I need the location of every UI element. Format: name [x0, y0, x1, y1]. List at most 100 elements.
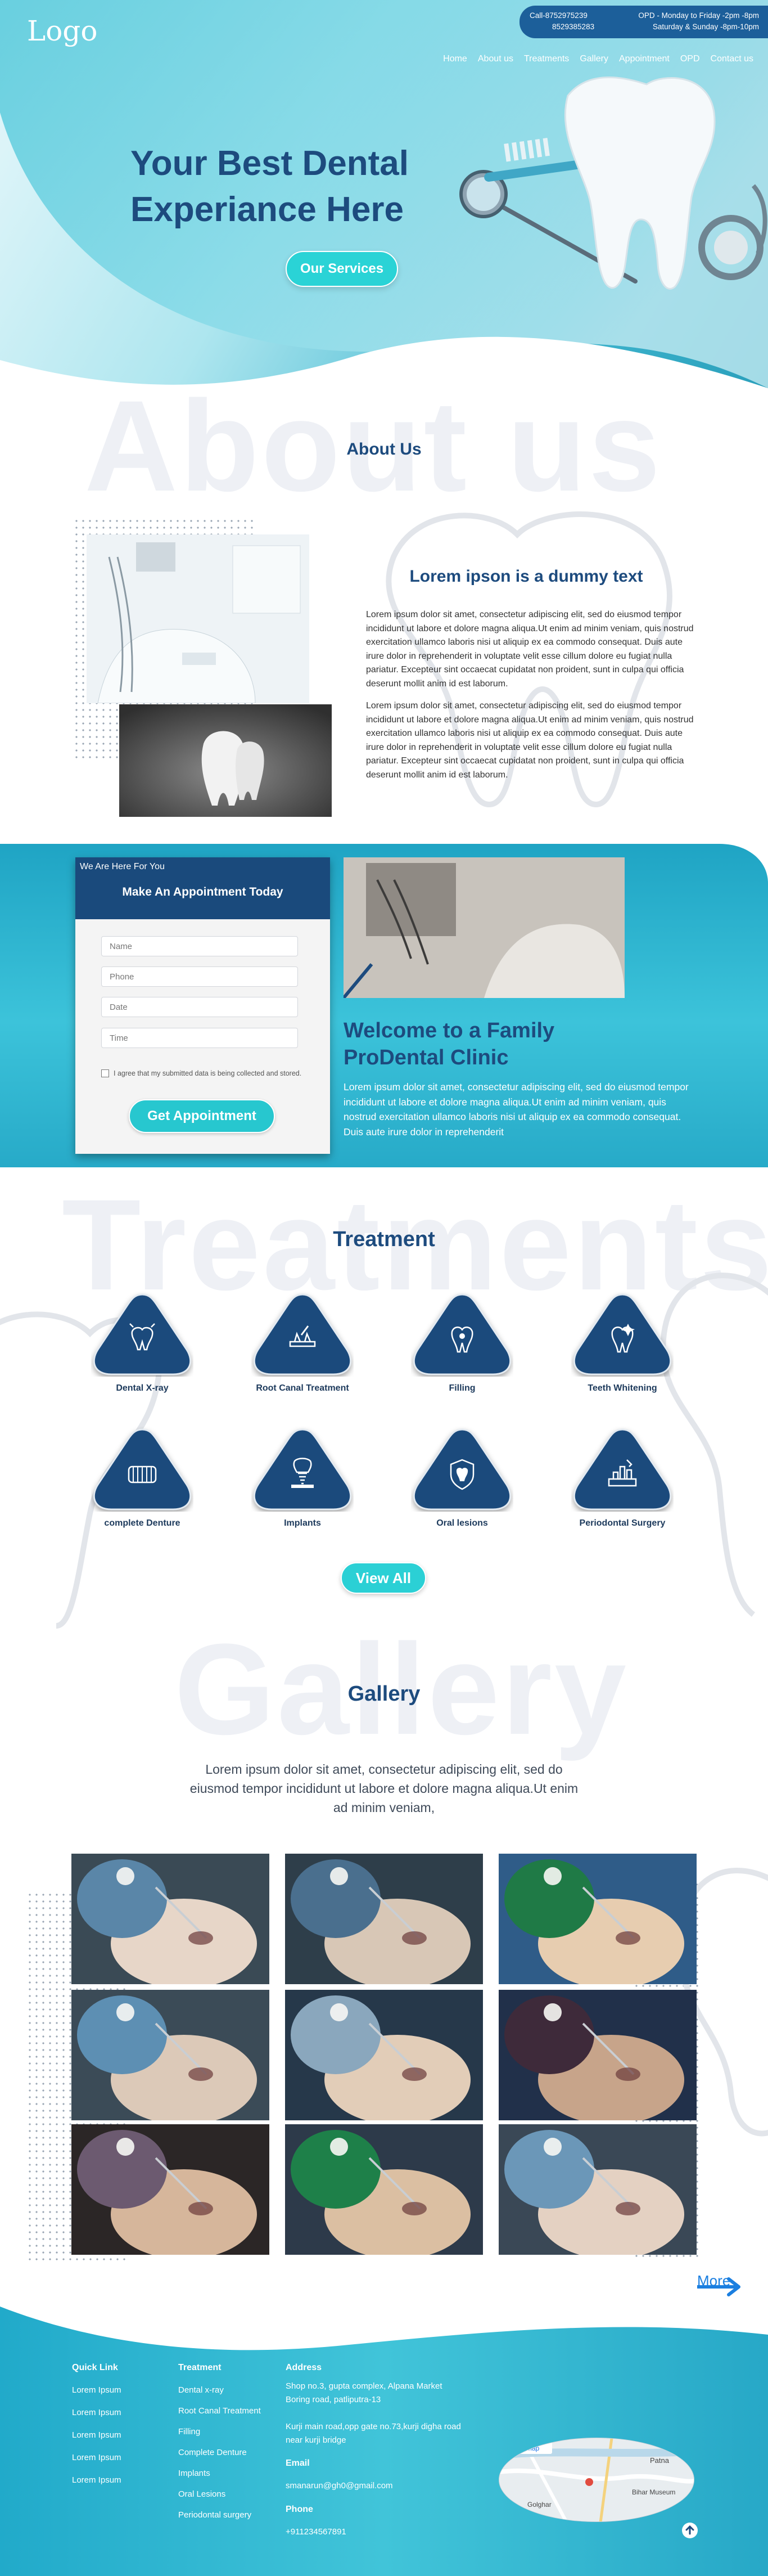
- dental-procedure-image: [499, 1854, 697, 1984]
- footer-quick-link[interactable]: Lorem Ipsum: [72, 2430, 121, 2440]
- our-services-button[interactable]: Our Services: [286, 251, 398, 287]
- whitening-tooth-icon: [573, 1293, 672, 1375]
- gallery-photo[interactable]: [285, 1990, 483, 2120]
- treatment-card[interactable]: Implants: [229, 1426, 376, 1539]
- main-nav: Home About us Treatments Gallery Appoint…: [443, 54, 753, 64]
- dental-procedure-image: [499, 1990, 697, 2120]
- footer-map[interactable]: larger map Patna Bihar Museum Golghar: [499, 2438, 694, 2522]
- treatment-card[interactable]: Teeth Whitening: [549, 1291, 695, 1404]
- footer-address-line4: near kurji bridge: [286, 2435, 346, 2445]
- treatment-card[interactable]: Periodontal Surgery: [549, 1426, 695, 1539]
- denture-icon: [93, 1428, 192, 1510]
- appointment-form-header: We Are Here For You Make An Appointment …: [75, 857, 330, 919]
- treatment-card[interactable]: Oral lesions: [389, 1426, 535, 1539]
- footer-address-heading: Address: [286, 2363, 322, 2372]
- gallery-title: Gallery: [347, 1682, 421, 1706]
- opd-hours-weekend: Saturday & Sunday -8pm-10pm: [652, 23, 759, 31]
- more-button[interactable]: More: [695, 2272, 748, 2298]
- phone-number-2[interactable]: 8529385283: [530, 21, 594, 33]
- footer-email[interactable]: smanarun@gh0@gmail.com: [286, 2481, 393, 2490]
- dental-procedure-image: [71, 2124, 269, 2255]
- footer-phone[interactable]: +911234567891: [286, 2527, 346, 2537]
- gallery-photo[interactable]: [499, 2124, 697, 2255]
- top-info-bar: Call-8752975239 8529385283 OPD - Monday …: [519, 6, 768, 38]
- treatment-card[interactable]: Filling: [389, 1291, 535, 1404]
- consent-text: I agree that my submitted data is being …: [114, 1069, 302, 1077]
- dental-chair-photo: [344, 857, 625, 998]
- dental-procedure-image: [285, 2124, 483, 2255]
- dental-procedure-image: [71, 1854, 269, 1984]
- treatment-label: Dental X-ray: [116, 1383, 169, 1393]
- phone-field[interactable]: Phone: [101, 966, 298, 987]
- footer-treatment-link[interactable]: Oral Lesions: [178, 2489, 225, 2499]
- nav-home[interactable]: Home: [443, 54, 467, 64]
- nav-treatments[interactable]: Treatments: [524, 54, 569, 64]
- treatments-title: Treatment: [333, 1228, 435, 1251]
- hero-title-line2: Experiance Here: [130, 190, 404, 229]
- gallery-photo[interactable]: [71, 2124, 269, 2255]
- footer-quick-link[interactable]: Lorem Ipsum: [72, 2408, 121, 2417]
- scroll-to-top-button[interactable]: [682, 2523, 698, 2538]
- opd-hours-weekday: OPD - Monday to Friday -2pm -8pm: [638, 11, 759, 20]
- hero-title: Your Best Dental Experiance Here: [130, 141, 479, 233]
- get-appointment-button[interactable]: Get Appointment: [129, 1099, 275, 1133]
- oral-lesion-icon: [413, 1428, 512, 1510]
- treatment-card[interactable]: Root Canal Treatment: [229, 1291, 376, 1404]
- treatment-label: Root Canal Treatment: [256, 1383, 349, 1393]
- consent-checkbox[interactable]: [101, 1069, 109, 1077]
- name-field[interactable]: Name: [101, 936, 298, 956]
- footer-address-line2: Boring road, patliputra-13: [286, 2395, 381, 2404]
- footer-address-line1: Shop no.3, gupta complex, Alpana Market: [286, 2381, 442, 2391]
- about-subtitle: Lorem ipson is a dummy text: [409, 567, 643, 586]
- footer-phone-heading: Phone: [286, 2505, 313, 2514]
- nav-contact-us[interactable]: Contact us: [711, 54, 753, 64]
- footer-quick-link[interactable]: Lorem Ipsum: [72, 2475, 121, 2485]
- footer-treatment-link[interactable]: Dental x-ray: [178, 2385, 224, 2395]
- about-paragraph-1: Lorem ipsum dolor sit amet, consectetur …: [366, 610, 694, 689]
- nav-opd[interactable]: OPD: [680, 54, 700, 64]
- footer-treatment-link[interactable]: Root Canal Treatment: [178, 2406, 261, 2416]
- dental-procedure-image: [71, 1990, 269, 2120]
- gallery-photo[interactable]: [71, 1990, 269, 2120]
- gallery-photo[interactable]: [499, 1854, 697, 1984]
- treatment-card[interactable]: complete Denture: [69, 1426, 215, 1539]
- site-logo[interactable]: Logo: [27, 15, 97, 47]
- footer-quick-link[interactable]: Lorem Ipsum: [72, 2453, 121, 2462]
- page: Logo Call-8752975239 8529385283 OPD - Mo…: [0, 0, 768, 2576]
- view-all-button[interactable]: View All: [341, 1562, 426, 1594]
- treatment-label: Oral lesions: [436, 1518, 488, 1528]
- dental-procedure-image: [285, 1854, 483, 1984]
- footer-treatment-link[interactable]: Implants: [178, 2469, 210, 2478]
- appointment-form: We Are Here For You Make An Appointment …: [75, 857, 330, 1154]
- footer-treatment-link[interactable]: Complete Denture: [178, 2448, 247, 2457]
- hero-title-line1: Your Best Dental: [130, 144, 409, 183]
- welcome-text: Lorem ipsum dolor sit amet, consectetur …: [344, 1081, 689, 1138]
- dental-procedure-image: [499, 2124, 697, 2255]
- periodontal-icon: [573, 1428, 672, 1510]
- gallery-photo[interactable]: [71, 1854, 269, 1984]
- date-field[interactable]: Date: [101, 997, 298, 1017]
- appointment-title: Make An Appointment Today: [122, 885, 283, 898]
- map-label-golghar: Golghar: [527, 2501, 552, 2508]
- map-label-museum: Bihar Museum: [632, 2488, 675, 2496]
- map-graphic: larger map Patna Bihar Museum Golghar: [499, 2438, 694, 2521]
- nav-appointment[interactable]: Appointment: [619, 54, 670, 64]
- time-field[interactable]: Time: [101, 1028, 298, 1048]
- gallery-photo[interactable]: [499, 1990, 697, 2120]
- footer-quick-link[interactable]: Lorem Ipsum: [72, 2385, 121, 2395]
- dental-clinic-photo: [87, 534, 309, 703]
- root-canal-icon: [253, 1293, 352, 1375]
- about-title: About Us: [346, 440, 422, 458]
- implant-icon: [253, 1428, 352, 1510]
- footer-treatment-link[interactable]: Filling: [178, 2427, 200, 2436]
- xray-tooth-icon: [93, 1293, 192, 1375]
- hero-tooth-illustration: [459, 77, 767, 290]
- treatment-card[interactable]: Dental X-ray: [69, 1291, 215, 1404]
- nav-gallery[interactable]: Gallery: [580, 54, 608, 64]
- nav-about-us[interactable]: About us: [478, 54, 513, 64]
- phone-number-1[interactable]: Call-8752975239: [530, 10, 594, 21]
- gallery-photo[interactable]: [285, 1854, 483, 1984]
- footer-treatment-link[interactable]: Periodontal surgery: [178, 2510, 251, 2520]
- gallery-photo[interactable]: [285, 2124, 483, 2255]
- arrow-up-icon: [685, 2525, 694, 2535]
